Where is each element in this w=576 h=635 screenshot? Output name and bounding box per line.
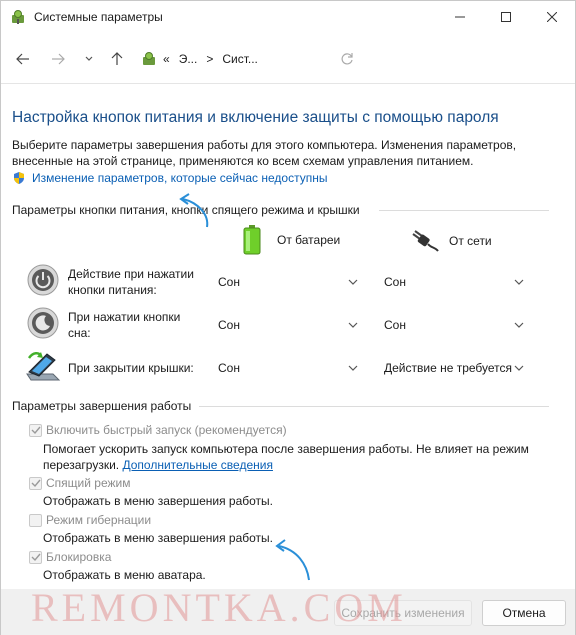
fast-startup-description-line1: Помогает ускорить запуск компьютера посл…: [43, 442, 529, 456]
admin-settings-link-text[interactable]: Изменение параметров, которые сейчас нед…: [32, 171, 328, 185]
section-divider: [379, 210, 549, 211]
plugged-column-label: От сети: [449, 234, 492, 248]
hibernate-label: Режим гибернации: [46, 513, 152, 527]
cancel-button[interactable]: Отмена: [482, 600, 566, 626]
back-arrow-icon: [16, 53, 29, 65]
chevron-down-icon: [348, 279, 358, 285]
fast-startup-description: Помогает ускорить запуск компьютера посл…: [43, 441, 543, 473]
power-button-action-label: Действие при нажатии кнопки питания:: [68, 267, 194, 297]
lock-label: Блокировка: [46, 550, 112, 564]
fast-startup-description-text: перезагрузки.: [43, 458, 120, 472]
minimize-icon: [455, 16, 465, 18]
select-value: Сон: [218, 275, 240, 289]
up-arrow-icon: [111, 52, 123, 65]
annotation-arrow-icon: [275, 539, 310, 581]
fast-startup-label: Включить быстрый запуск (рекомендуется): [46, 423, 287, 437]
fast-startup-checkbox-row[interactable]: Включить быстрый запуск (рекомендуется): [29, 423, 287, 437]
maximize-icon: [501, 12, 511, 22]
sleep-checkbox[interactable]: [29, 476, 42, 490]
power-options-icon: [12, 10, 24, 24]
annotation-arrow-icon: [179, 193, 209, 228]
sleep-button-icon: [27, 307, 59, 339]
back-button[interactable]: [13, 49, 33, 69]
close-icon: [547, 12, 557, 22]
lock-checkbox-row[interactable]: Блокировка: [29, 550, 111, 564]
power-plug-icon: [412, 230, 439, 252]
hibernate-checkbox-row[interactable]: Режим гибернации: [29, 513, 151, 527]
chevron-down-icon: [85, 56, 93, 61]
forward-arrow-icon: [52, 53, 65, 65]
checkmark-icon: [31, 553, 41, 562]
lid-close-action-label: При закрытии крышки:: [68, 361, 194, 375]
checkmark-icon: [31, 426, 41, 435]
sleep-button-plugged-select[interactable]: Сон: [379, 313, 529, 337]
up-button[interactable]: [107, 49, 127, 69]
breadcrumb-item-current[interactable]: Сист...: [222, 52, 258, 66]
forward-button[interactable]: [48, 49, 68, 69]
page-title: Настройка кнопок питания и включение защ…: [12, 109, 499, 126]
breadcrumb-item[interactable]: Э...: [179, 52, 198, 66]
chevron-down-icon: [514, 322, 524, 328]
select-value: Действие не требуется: [384, 361, 513, 375]
window-title: Системные параметры: [34, 10, 163, 24]
close-button[interactable]: [529, 1, 575, 33]
select-value: Сон: [384, 275, 406, 289]
battery-column-header: От батареи: [243, 225, 340, 255]
address-bar[interactable]: « Э... > Сист...: [141, 47, 371, 71]
recent-locations-button[interactable]: [79, 49, 99, 69]
settings-window: Системные параметры « Э... > Сист... Нас…: [0, 0, 576, 635]
sleep-button-battery-select[interactable]: Сон: [213, 313, 363, 337]
power-button-icon: [27, 264, 59, 296]
power-button-battery-select[interactable]: Сон: [213, 270, 363, 294]
battery-icon: [243, 225, 261, 255]
divider: [1, 83, 575, 84]
breadcrumb-overflow[interactable]: «: [163, 52, 170, 66]
battery-column-label: От батареи: [277, 233, 341, 247]
fast-startup-checkbox[interactable]: [29, 423, 42, 437]
uac-shield-icon: [14, 172, 24, 184]
lid-close-plugged-select[interactable]: Действие не требуется: [379, 356, 529, 380]
watermark: REMONTKA.COM: [31, 585, 407, 630]
sleep-checkbox-row[interactable]: Спящий режим: [29, 476, 130, 490]
sleep-button-action-label: При нажатии кнопки сна:: [68, 310, 181, 340]
chevron-down-icon: [514, 279, 524, 285]
select-value: Сон: [384, 318, 406, 332]
sleep-description: Отображать в меню завершения работы.: [43, 494, 274, 508]
shutdown-section-title: Параметры завершения работы: [12, 399, 192, 413]
breadcrumb-separator[interactable]: >: [206, 52, 213, 66]
chevron-down-icon: [348, 322, 358, 328]
lock-checkbox[interactable]: [29, 550, 42, 564]
chevron-down-icon: [514, 365, 524, 371]
select-value: Сон: [218, 361, 240, 375]
power-button-plugged-select[interactable]: Сон: [379, 270, 529, 294]
plugged-column-header: От сети: [411, 230, 492, 252]
lid-close-battery-select[interactable]: Сон: [213, 356, 363, 380]
select-value: Сон: [218, 318, 240, 332]
more-info-link[interactable]: Дополнительные сведения: [122, 458, 272, 472]
section-divider: [199, 406, 549, 407]
laptop-lid-icon: [26, 352, 61, 381]
control-panel-icon: [143, 52, 155, 65]
admin-settings-link[interactable]: Изменение параметров, которые сейчас нед…: [12, 171, 328, 185]
fast-startup-description-line2: перезагрузки. Дополнительные сведения: [43, 457, 543, 473]
sleep-label: Спящий режим: [46, 476, 131, 490]
minimize-button[interactable]: [437, 1, 483, 33]
maximize-button[interactable]: [483, 1, 529, 33]
title-bar: Системные параметры: [1, 1, 575, 33]
hibernate-checkbox[interactable]: [29, 513, 42, 527]
chevron-down-icon: [348, 365, 358, 371]
page-description: Выберите параметры завершения работы для…: [12, 138, 517, 168]
checkmark-icon: [31, 479, 41, 488]
